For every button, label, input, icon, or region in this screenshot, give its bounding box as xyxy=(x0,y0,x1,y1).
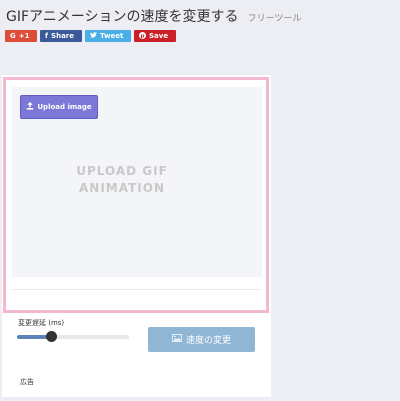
upload-placeholder-line2: ANIMATION xyxy=(79,181,165,195)
page-title: GIFアニメーションの速度を変更する フリーツール xyxy=(6,6,301,26)
upload-placeholder: UPLOAD GIF ANIMATION xyxy=(67,163,177,197)
frame-divider xyxy=(12,289,262,290)
pinterest-save-button[interactable]: p Save xyxy=(134,30,176,42)
facebook-share-button[interactable]: f Share xyxy=(40,30,82,42)
page-title-subtitle: フリーツール xyxy=(247,14,302,24)
pinterest-icon: p xyxy=(139,31,146,41)
pinterest-label: Save xyxy=(149,32,169,40)
share-buttons: G +1 f Share Tweet p Save xyxy=(5,30,176,42)
page-title-main: GIFアニメーションの速度を変更する xyxy=(6,9,239,25)
google-plus-share-button[interactable]: G +1 xyxy=(5,30,37,42)
ad-label: 広告 xyxy=(20,378,34,386)
upload-image-button[interactable]: Upload image xyxy=(20,95,98,119)
image-icon xyxy=(172,334,182,345)
google-plus-label: +1 xyxy=(18,32,30,40)
slider-thumb[interactable] xyxy=(45,331,57,342)
svg-text:p: p xyxy=(140,33,144,38)
upload-image-label: Upload image xyxy=(37,103,92,111)
delay-slider[interactable] xyxy=(17,331,129,342)
facebook-label: Share xyxy=(51,32,74,40)
facebook-icon: f xyxy=(45,31,49,40)
upload-icon xyxy=(26,102,34,112)
upload-placeholder-line1: UPLOAD GIF xyxy=(76,164,168,178)
change-speed-button[interactable]: 速度の変更 xyxy=(148,327,255,352)
twitter-share-button[interactable]: Tweet xyxy=(85,30,131,42)
upload-frame: Upload image UPLOAD GIF ANIMATION xyxy=(3,77,269,313)
gif-drop-zone[interactable]: Upload image UPLOAD GIF ANIMATION xyxy=(12,87,262,277)
twitter-icon xyxy=(90,32,97,40)
change-speed-label: 速度の変更 xyxy=(185,336,231,346)
delay-label: 変更遅延 (ms) xyxy=(18,319,65,327)
twitter-label: Tweet xyxy=(100,32,124,40)
google-plus-icon: G xyxy=(10,31,16,40)
